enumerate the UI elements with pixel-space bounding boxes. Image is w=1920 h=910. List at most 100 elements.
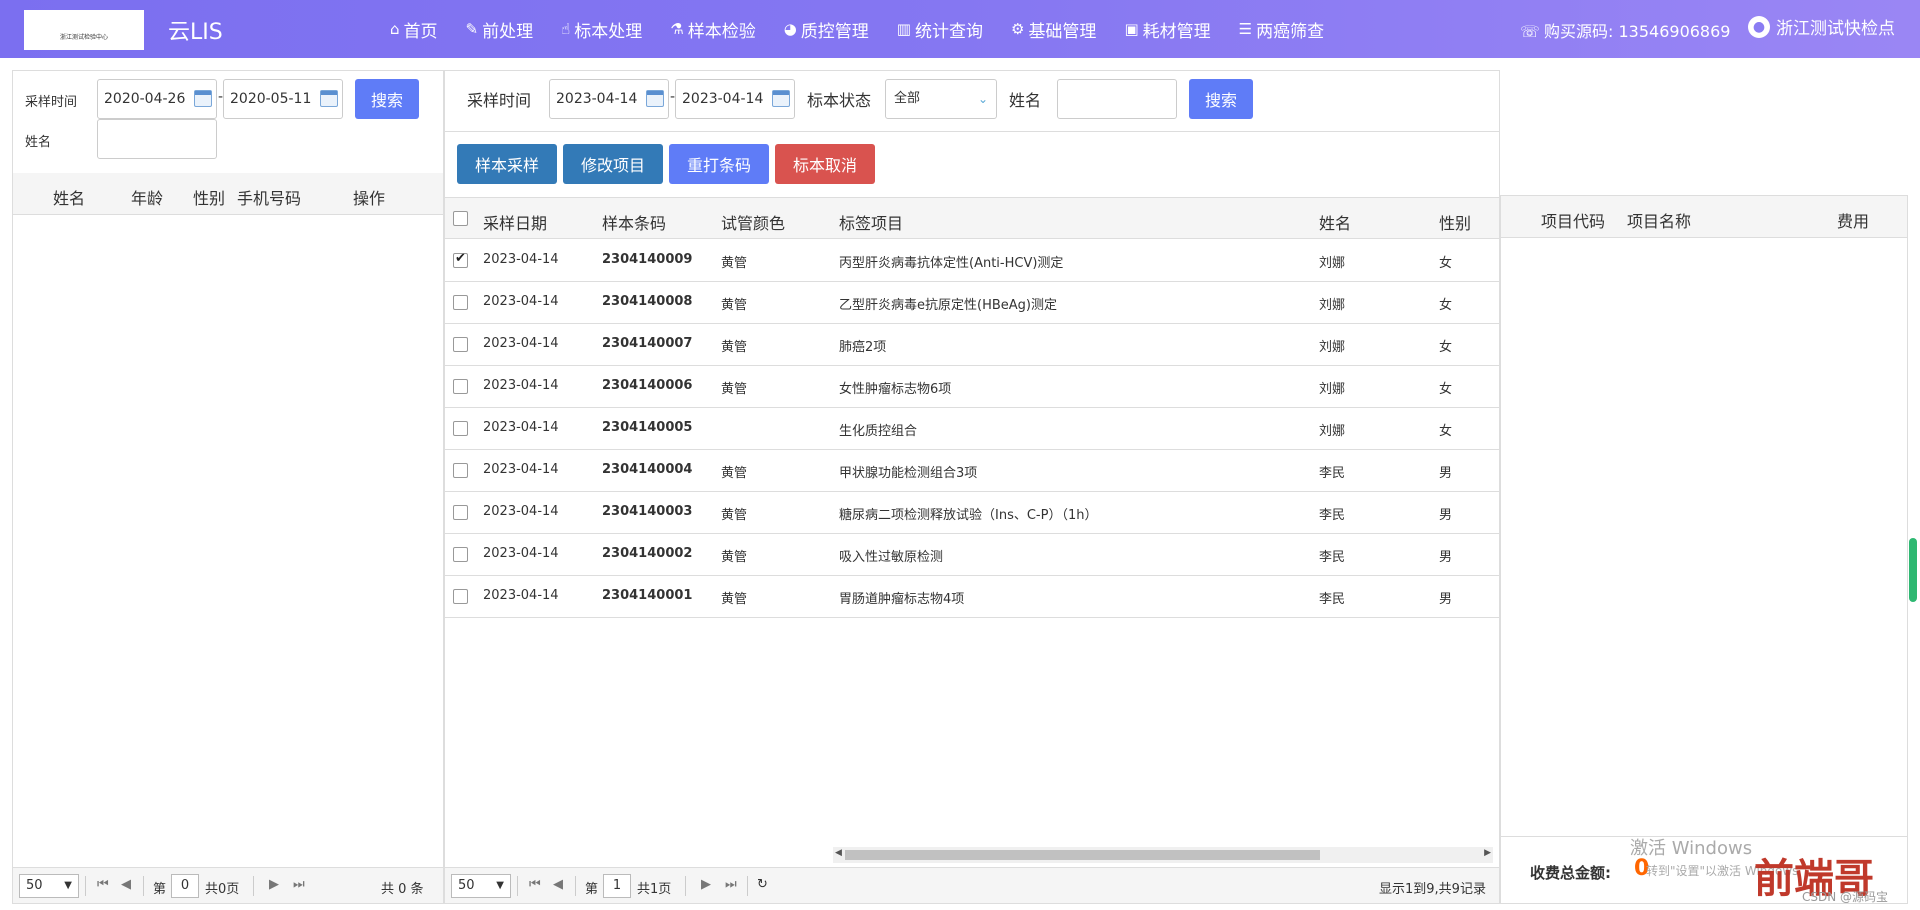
next-page-icon[interactable]: ▶ <box>701 877 711 892</box>
nav-label: 耗材管理 <box>1142 21 1211 42</box>
cell-tube-color: 黄管 <box>721 298 748 313</box>
select-all-checkbox[interactable] <box>453 211 468 226</box>
mid-name-input[interactable] <box>1057 79 1177 119</box>
nav-item-wrench[interactable]: ✎ 前处理 <box>452 0 548 58</box>
cell-patient-name: 刘娜 <box>1319 382 1346 397</box>
mid-date-to-input[interactable]: 2023-04-14 <box>675 79 795 119</box>
table-row[interactable]: 2023-04-14 2304140005 生化质控组合 刘娜 女 <box>445 408 1499 450</box>
table-row[interactable]: 2023-04-14 2304140004 黄管 甲状腺功能检测组合3项 李民 男 <box>445 450 1499 492</box>
page-prefix: 第 <box>585 882 599 897</box>
first-page-icon[interactable]: ⏮ <box>97 877 109 892</box>
next-page-icon[interactable]: ▶ <box>269 877 279 892</box>
cell-barcode: 2304140001 <box>602 588 693 603</box>
divider <box>85 876 86 896</box>
mid-date-from-value: 2023-04-14 <box>556 91 638 107</box>
table-row[interactable]: 2023-04-14 2304140006 黄管 女性肿瘤标志物6项 刘娜 女 <box>445 366 1499 408</box>
bar-chart-icon: ▥ <box>896 20 911 38</box>
row-checkbox[interactable] <box>453 251 468 268</box>
cell-label-item: 女性肿瘤标志物6项 <box>839 382 952 397</box>
scroll-right-icon[interactable]: ▶ <box>1484 848 1491 858</box>
refresh-icon[interactable]: ↻ <box>757 877 768 892</box>
scroll-left-icon[interactable]: ◀ <box>835 848 842 858</box>
total-fee-label: 收费总金额: <box>1530 864 1611 882</box>
mid-date-from-input[interactable]: 2023-04-14 <box>549 79 669 119</box>
left-search-button[interactable]: 搜索 <box>355 79 419 119</box>
user-avatar-icon: ● <box>1748 15 1770 38</box>
horizontal-scrollbar[interactable]: ◀ ▶ <box>833 847 1493 863</box>
row-checkbox[interactable] <box>453 337 468 352</box>
table-row[interactable]: 2023-04-14 2304140003 黄管 糖尿病二项检测释放试验（Ins、C-… <box>445 492 1499 534</box>
table-row[interactable]: 2023-04-14 2304140002 黄管 吸入性过敏原检测 李民 男 <box>445 534 1499 576</box>
page-size-select[interactable]: 50 ▼ <box>19 874 79 898</box>
briefcase-icon: ▣ <box>1124 20 1139 38</box>
brand-title[interactable]: 云LIS <box>168 14 223 46</box>
nav-item-list[interactable]: ☰ 两癌筛查 <box>1225 0 1338 58</box>
collect-sample-button[interactable]: 样本采样 <box>457 144 557 184</box>
cell-sample-date: 2023-04-14 <box>483 336 559 351</box>
divider <box>143 876 144 896</box>
calendar-icon[interactable] <box>194 90 212 107</box>
page-number-input[interactable]: 1 <box>603 874 631 898</box>
left-date-from-input[interactable]: 2020-04-26 <box>97 79 217 119</box>
table-row[interactable]: 2023-04-14 2304140008 黄管 乙型肝炎病毒e抗原定性(HBeAg)… <box>445 282 1499 324</box>
page-size-select[interactable]: 50 ▼ <box>451 874 511 898</box>
prev-page-icon[interactable]: ◀ <box>553 877 563 892</box>
mid-search-button[interactable]: 搜索 <box>1189 79 1253 119</box>
table-row[interactable]: 2023-04-14 2304140007 黄管 肺癌2项 刘娜 女 <box>445 324 1499 366</box>
status-select[interactable]: 全部 ⌄ <box>885 79 997 119</box>
col-phone: 手机号码 <box>237 189 302 208</box>
cell-barcode: 2304140009 <box>602 252 693 267</box>
first-page-icon[interactable]: ⏮ <box>529 877 541 892</box>
left-name-input[interactable] <box>97 119 217 159</box>
calendar-icon[interactable] <box>320 90 338 107</box>
page-number-input[interactable]: 0 <box>171 874 199 898</box>
cell-label-item: 乙型肝炎病毒e抗原定性(HBeAg)测定 <box>839 298 1057 313</box>
logo[interactable]: 浙江测试检验中心 <box>24 10 144 50</box>
cell-patient-sex: 女 <box>1439 298 1453 313</box>
user-menu[interactable]: ● 浙江测试快检点 <box>1748 14 1895 39</box>
cell-tube-color: 黄管 <box>721 550 748 565</box>
row-checkbox[interactable] <box>453 421 468 436</box>
cell-barcode: 2304140003 <box>602 504 693 519</box>
row-checkbox[interactable] <box>453 295 468 310</box>
row-checkbox[interactable] <box>453 463 468 478</box>
row-checkbox[interactable] <box>453 505 468 520</box>
last-page-icon[interactable]: ⏭ <box>293 877 305 892</box>
col-label-item: 标签项目 <box>839 214 904 233</box>
cell-sample-date: 2023-04-14 <box>483 252 559 267</box>
modify-items-button[interactable]: 修改项目 <box>563 144 663 184</box>
row-checkbox[interactable] <box>453 547 468 562</box>
home-icon: ⌂ <box>390 20 400 38</box>
nav-item-home[interactable]: ⌂ 首页 <box>376 0 452 58</box>
col-patient-name: 姓名 <box>1319 214 1352 233</box>
cell-label-item: 胃肠道肿瘤标志物4项 <box>839 592 965 607</box>
calendar-icon[interactable] <box>646 90 664 107</box>
side-scroll-marker[interactable] <box>1909 538 1917 602</box>
buy-source-link[interactable]: ☏ 购买源码: 13546906869 <box>1520 18 1730 42</box>
row-checkbox[interactable] <box>453 379 468 394</box>
reprint-barcode-button[interactable]: 重打条码 <box>669 144 769 184</box>
table-row[interactable]: 2023-04-14 2304140001 黄管 胃肠道肿瘤标志物4项 李民 男 <box>445 576 1499 618</box>
nav-label: 基础管理 <box>1028 21 1097 42</box>
cell-patient-name: 李民 <box>1319 550 1346 565</box>
last-page-icon[interactable]: ⏭ <box>725 877 737 892</box>
divider <box>747 876 748 896</box>
cancel-sample-button[interactable]: 标本取消 <box>775 144 875 184</box>
nav-item-briefcase[interactable]: ▣ 耗材管理 <box>1110 0 1224 58</box>
calendar-icon[interactable] <box>772 90 790 107</box>
total-pages: 共0页 <box>205 882 240 897</box>
cell-patient-name: 刘娜 <box>1319 424 1346 439</box>
nav-item-hand[interactable]: ☝ 标本处理 <box>547 0 656 58</box>
sample-table-header: 采样日期 样本条码 试管颜色 标签项目 姓名 性别 <box>445 197 1499 239</box>
row-checkbox[interactable] <box>453 589 468 604</box>
nav-item-bar-chart[interactable]: ▥ 统计查询 <box>883 0 997 58</box>
nav-item-pie-chart[interactable]: ◕ 质控管理 <box>770 0 883 58</box>
nav-item-gear[interactable]: ⚙ 基础管理 <box>997 0 1110 58</box>
nav-item-flask[interactable]: ⚗ 样本检验 <box>656 0 769 58</box>
left-date-to-input[interactable]: 2020-05-11 <box>223 79 343 119</box>
prev-page-icon[interactable]: ◀ <box>121 877 131 892</box>
col-name: 姓名 <box>53 189 86 208</box>
scroll-thumb[interactable] <box>845 850 1320 860</box>
table-row[interactable]: 2023-04-14 2304140009 黄管 丙型肝炎病毒抗体定性(Anti-HC… <box>445 240 1499 282</box>
status-value: 全部 <box>894 91 921 106</box>
